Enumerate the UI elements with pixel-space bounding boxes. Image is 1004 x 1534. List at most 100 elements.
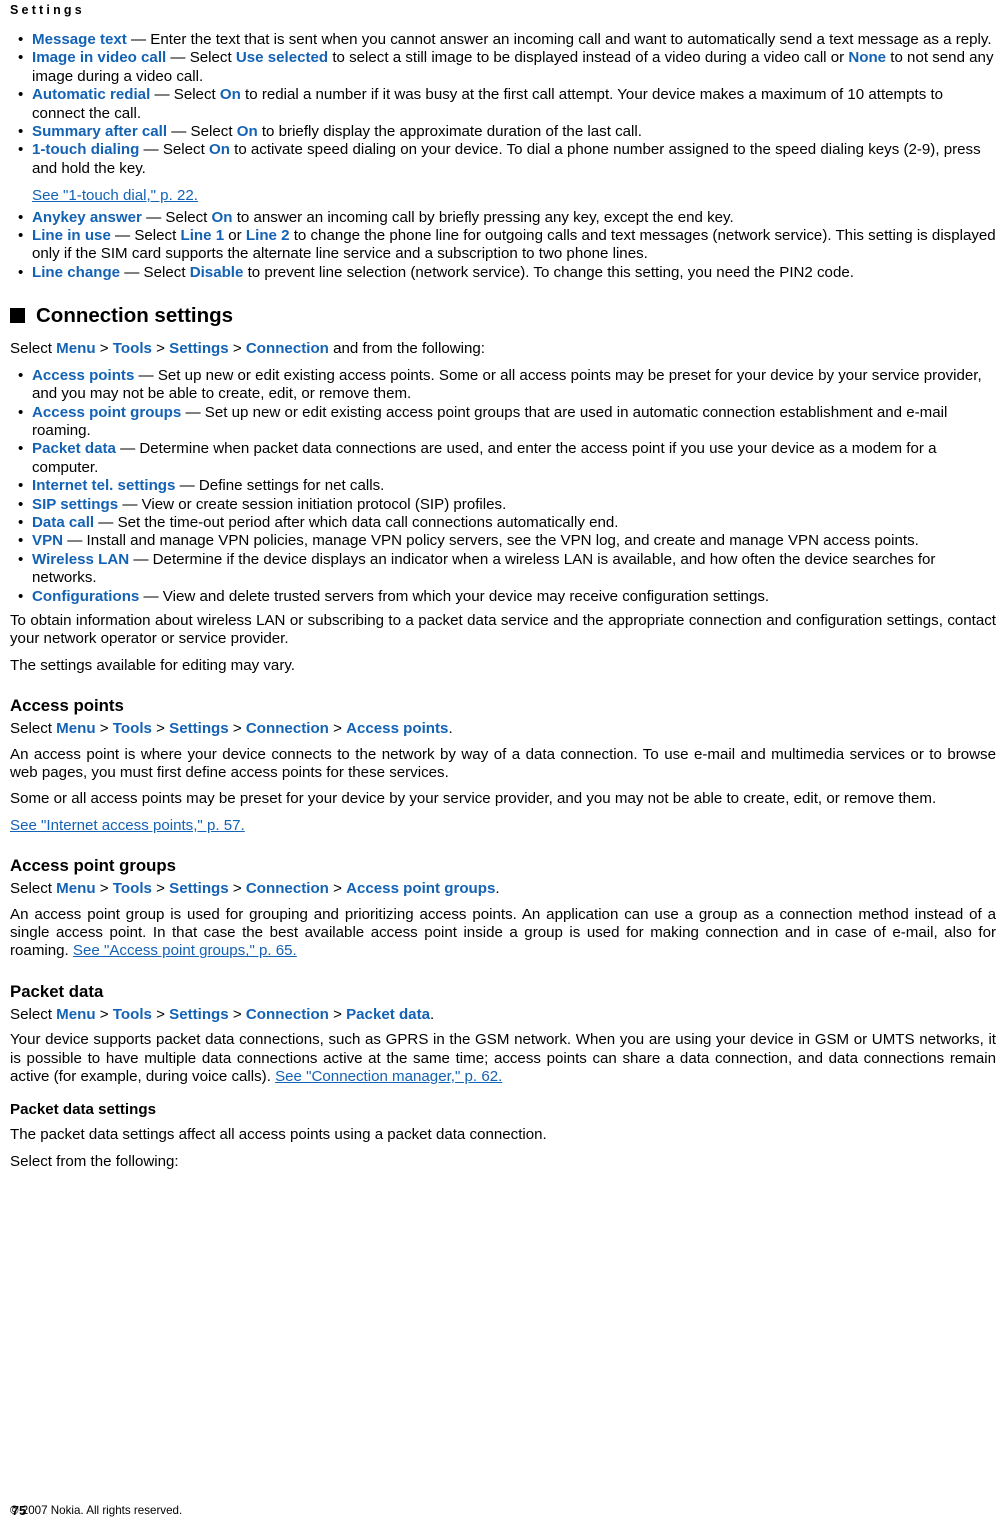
access-point-groups-path-step: Settings [169, 880, 229, 898]
body-text: — Select [141, 208, 212, 226]
bullet-list-item: • Image in video call — Select Use select… [10, 49, 996, 86]
document-page: Settings • Message text — Enter the text … [0, 0, 1004, 1534]
access-points-path-step: Menu [56, 720, 96, 738]
access-point-groups-path-suffix: . [495, 880, 500, 898]
body-text: — Select [110, 227, 181, 245]
access-point-groups-path-prefix: Select [10, 880, 57, 898]
bullet-list-item: • Access point groups — Set up new or edi… [10, 404, 996, 441]
xref-access-point-groups[interactable]: See "Access point groups," p. 65. [73, 942, 297, 959]
path-separator: > [151, 880, 170, 898]
bullet-dot-icon: • [18, 49, 24, 67]
body-text: to answer an incoming call by briefly pr… [232, 208, 734, 226]
body-text: — View and delete trusted servers from w… [139, 587, 770, 605]
connection-settings-note-2: The settings available for editing may v… [10, 656, 295, 674]
bullet-term: Data call [32, 513, 95, 531]
packet-data-path-step: Connection [245, 1005, 329, 1023]
bullet-dot-icon: • [18, 123, 24, 141]
bullet-list-item: • Internet tel. settings — Define setting… [10, 477, 996, 495]
page-footer: © 2007 Nokia. All rights reserved. 75 [10, 1502, 996, 1520]
bullet-list-item: • SIP settings — View or create session i… [10, 496, 996, 514]
connection-settings-path-step: Settings [169, 340, 229, 358]
bullet-term: VPN [32, 532, 64, 550]
connection-settings-note-1: To obtain information about wireless LAN… [10, 611, 996, 648]
xref-internet-access-points[interactable]: See "Internet access points," p. 57. [10, 817, 245, 834]
connection-settings-path-suffix: and from the following: [328, 340, 485, 358]
packet-data-para-1: Your device supports packet data connect… [10, 1031, 996, 1086]
bullet-list-item: • 1-touch dialing — Select On to activate… [10, 141, 996, 205]
bullet-cross-reference-block: See "1-touch dial," p. 22. [32, 187, 996, 205]
bullet-term: Configurations [32, 587, 140, 605]
ui-value: On [211, 208, 233, 226]
sub-heading-access-point-groups: Access point groups [10, 856, 176, 876]
body-text: — Enter the text that is sent when you c… [126, 31, 992, 48]
access-points-path-step: Settings [169, 720, 229, 738]
ui-value: Use selected [235, 49, 329, 67]
body-text: — Select [167, 123, 237, 141]
connection-settings-bullet-list: • Access points — Set up new or edit exis… [10, 367, 996, 606]
packet-data-path-step: Settings [169, 1005, 229, 1023]
connection-settings-path-step: Connection [245, 340, 329, 358]
bullet-list-item: • Wireless LAN — Determine if the device … [10, 551, 996, 588]
bullet-list-item: • Line in use — Select Line 1 or Line 2 t… [10, 227, 996, 264]
body-text: — Set the time-out period after which da… [94, 513, 619, 531]
path-separator: > [228, 1005, 246, 1023]
bullet-dot-icon: • [18, 513, 24, 531]
bullet-term: Automatic redial [32, 86, 151, 104]
cross-reference-link[interactable]: See "1-touch dial," p. 22. [32, 187, 198, 204]
bullet-list-item: • Line change — Select Disable to prevent… [10, 264, 996, 282]
body-text: — Select [139, 141, 209, 159]
bullet-dot-icon: • [18, 587, 24, 605]
connection-settings-path-step: Menu [56, 340, 96, 358]
body-text: — Determine when packet data connections… [32, 440, 937, 476]
minor-heading-packet-data-settings: Packet data settings [10, 1101, 156, 1119]
bullet-dot-icon: • [18, 532, 24, 550]
access-points-path-step: Connection [245, 720, 329, 738]
packet-data-path-prefix: Select [10, 1005, 57, 1023]
body-text: to briefly display the approximate durat… [257, 123, 642, 141]
connection-settings-intro: Select Menu > Tools > Settings > Connect… [10, 340, 996, 358]
path-separator: > [151, 1005, 170, 1023]
bullet-dot-icon: • [18, 403, 24, 421]
bullet-term: Summary after call [32, 123, 168, 141]
bullet-term: Access point groups [32, 403, 182, 421]
bullet-list-item: • Message text — Enter the text that is s… [10, 31, 996, 49]
body-text: — Select [150, 86, 220, 104]
section-heading-connection-settings: Connection settings [10, 304, 996, 327]
access-point-groups-path-step: Access point groups [346, 880, 496, 898]
path-separator: > [228, 340, 246, 358]
bullet-list-item: • Access points — Set up new or edit exis… [10, 367, 996, 404]
path-separator: > [95, 720, 113, 738]
sub-heading-packet-data: Packet data [10, 981, 104, 1001]
bullet-term: Line in use [32, 227, 111, 245]
bullet-dot-icon: • [18, 227, 24, 245]
running-header: Settings [10, 3, 85, 17]
body-text: — Determine if the device displays an in… [32, 550, 936, 587]
body-text: to prevent line selection (network servi… [243, 263, 854, 281]
packet-data-path-step: Menu [56, 1005, 96, 1023]
bullet-list-item: • Summary after call — Select On to brief… [10, 123, 996, 141]
ui-value: Disable [189, 263, 244, 281]
bullet-term: Image in video call [32, 49, 167, 67]
section-heading-label: Connection settings [36, 304, 234, 328]
bullet-dot-icon: • [18, 263, 24, 281]
access-point-groups-para-1: An access point group is used for groupi… [10, 906, 996, 961]
bullet-dot-icon: • [18, 495, 24, 513]
ui-value: Line 2 [245, 227, 290, 245]
ui-value: Line 1 [180, 227, 225, 245]
access-point-groups-path: Select Menu > Tools > Settings > Connect… [10, 880, 996, 898]
access-points-path-suffix: . [448, 720, 453, 738]
xref-connection-manager[interactable]: See "Connection manager," p. 62. [275, 1068, 502, 1085]
path-separator: > [328, 880, 347, 898]
bullet-dot-icon: • [18, 550, 24, 568]
packet-data-path-step: Tools [112, 1005, 152, 1023]
path-separator: > [151, 720, 170, 738]
bullet-list-item: • Automatic redial — Select On to redial … [10, 86, 996, 123]
path-separator: > [95, 1005, 113, 1023]
packet-data-para-1-text: Your device supports packet data connect… [10, 1031, 996, 1086]
access-points-path-step: Access points [346, 720, 449, 738]
body-text: — Set up new or edit existing access poi… [32, 366, 982, 403]
packet-data-para-3: Select from the following: [10, 1152, 179, 1170]
access-points-xref-para: See "Internet access points," p. 57. [10, 817, 996, 835]
ui-value: On [236, 123, 258, 141]
bullet-dot-icon: • [18, 31, 24, 48]
